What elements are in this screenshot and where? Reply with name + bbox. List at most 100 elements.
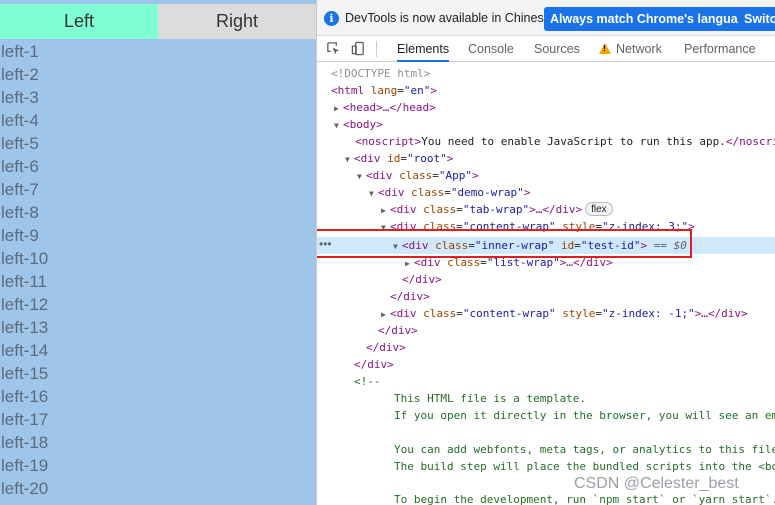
tag-text: </div> <box>378 324 418 337</box>
list-item: left-16 <box>1 387 49 406</box>
dom-close-tag[interactable]: </div> <box>390 288 430 305</box>
list-item: left-11 <box>1 272 47 291</box>
tag-text: <div <box>366 169 393 182</box>
dom-close-tag[interactable]: </div> <box>378 322 418 339</box>
tag-text: >…</div> <box>529 203 583 216</box>
list-item: left-2 <box>1 65 39 84</box>
doctype-text: <!DOCTYPE html> <box>331 67 431 80</box>
list-item: left-8 <box>1 203 39 222</box>
list-item: left-4 <box>1 111 39 130</box>
tag-text: <div <box>390 203 417 216</box>
tag-text: </noscript> <box>725 135 775 148</box>
tab-console[interactable]: Console <box>468 36 514 62</box>
tab-bar: Left Right <box>0 4 316 39</box>
collapse-triangle-icon[interactable]: ▼ <box>334 117 343 134</box>
attr-name: class <box>423 307 457 320</box>
attr-name: class <box>399 169 433 182</box>
tab-network-label: Network <box>616 42 662 56</box>
switch-language-button[interactable]: Switch <box>738 7 775 31</box>
tag-text: > <box>430 84 437 97</box>
expand-triangle-icon[interactable]: ▶ <box>381 202 390 219</box>
list-item: left-7 <box>1 180 39 199</box>
list-item: left-15 <box>1 364 49 383</box>
attr-value: "demo-wrap" <box>450 186 524 199</box>
tag-text: <div <box>354 152 381 165</box>
attr-name: id <box>387 152 401 165</box>
device-toolbar-icon[interactable] <box>351 41 366 56</box>
dom-close-tag[interactable]: </div> <box>354 356 394 373</box>
expand-triangle-icon[interactable]: ▶ <box>334 100 343 117</box>
dom-node-html[interactable]: <html lang="en"> <box>331 82 437 99</box>
attr-name: class <box>423 203 457 216</box>
dom-close-tag[interactable]: </div> <box>402 271 442 288</box>
comment-line: You can add webfonts, meta tags, or anal… <box>394 441 775 458</box>
devtools-panel: i DevTools is now available in Chinese! … <box>317 0 775 505</box>
list-item: left-17 <box>1 410 49 429</box>
attr-value: "content-wrap" <box>462 307 556 320</box>
dom-node-tab-wrap[interactable]: ▶ <div class="tab-wrap">…</div> flex <box>381 201 613 218</box>
list-item: left-12 <box>1 295 49 314</box>
list-item: left-9 <box>1 226 39 245</box>
list-item: left-1 <box>1 42 39 61</box>
comment-text: The build step will place the bundled sc… <box>394 460 775 473</box>
text-node: You need to enable JavaScript to run thi… <box>421 135 726 148</box>
app-pane: Left Right left-1 left-2 left-3 left-4 l… <box>0 0 316 505</box>
dom-close-tag[interactable]: </div> <box>366 339 406 356</box>
info-icon: i <box>324 11 339 26</box>
comment-line: This HTML file is a template. <box>394 390 586 407</box>
list-item: left-5 <box>1 134 39 153</box>
inspect-element-icon[interactable] <box>326 41 341 56</box>
dom-node-head[interactable]: ▶ <head>…</head> <box>334 99 436 116</box>
comment-line: If you open it directly in the browser, … <box>394 407 775 424</box>
dom-node-doctype[interactable]: <!DOCTYPE html> <box>331 65 430 82</box>
list-item: left-18 <box>1 433 49 452</box>
tab-sources[interactable]: Sources <box>534 36 580 62</box>
attr-value: "tab-wrap" <box>462 203 530 216</box>
dom-node-body[interactable]: ▼ <body> <box>334 116 383 133</box>
attr-value: "root" <box>407 152 447 165</box>
devtools-toolbar: Elements Console Sources Network Perform… <box>317 36 775 62</box>
tab-elements[interactable]: Elements <box>397 36 450 62</box>
tab-right[interactable]: Right <box>158 4 316 39</box>
list-item: left-6 <box>1 157 39 176</box>
dom-node-root[interactable]: ▼ <div id="root"> <box>345 150 453 167</box>
collapse-triangle-icon[interactable]: ▼ <box>345 151 354 168</box>
collapse-triangle-icon[interactable]: ▼ <box>357 168 366 185</box>
dom-node-content-wrap-back[interactable]: ▶ <div class="content-wrap" style="z-inde… <box>381 305 748 322</box>
tag-text: > <box>472 169 479 182</box>
tag-text: > <box>523 186 531 199</box>
always-match-language-button[interactable]: Always match Chrome's language <box>544 7 759 31</box>
tag-text: </div> <box>390 290 430 303</box>
infobar-message: DevTools is now available in Chinese! <box>345 11 555 25</box>
tab-left[interactable]: Left <box>0 4 158 39</box>
list-item: left-14 <box>1 341 49 360</box>
tag-text: <div <box>378 186 405 199</box>
language-infobar: i DevTools is now available in Chinese! … <box>317 0 775 36</box>
attr-value: "App" <box>438 169 472 182</box>
attr-name: style <box>562 307 596 320</box>
comment-text: <!-- <box>354 375 381 388</box>
dom-node-demo-wrap[interactable]: ▼ <div class="demo-wrap"> <box>369 184 530 201</box>
collapse-triangle-icon[interactable]: ▼ <box>369 185 378 202</box>
comment-text: If you open it directly in the browser, … <box>394 409 775 422</box>
attr-name: class <box>411 186 445 199</box>
tab-network[interactable]: Network <box>599 36 662 62</box>
list-item: left-10 <box>1 249 49 268</box>
tag-text: <head>…</head> <box>343 101 436 114</box>
csdn-watermark: CSDN @Celester_best <box>574 475 739 492</box>
dom-node-comment[interactable]: <!-- <box>354 373 381 390</box>
expand-triangle-icon[interactable]: ▶ <box>381 306 390 323</box>
attr-value: "en" <box>403 84 431 97</box>
tag-text: <body> <box>343 118 383 131</box>
tag-text: </div> <box>354 358 394 371</box>
tag-text: >…</div> <box>694 307 748 320</box>
list-item: left-20 <box>1 479 49 498</box>
tag-text: <noscript> <box>355 135 422 148</box>
flex-badge[interactable]: flex <box>585 202 613 216</box>
tag-text: </div> <box>366 341 406 354</box>
tag-text: <div <box>390 307 417 320</box>
tab-performance[interactable]: Performance <box>684 36 756 62</box>
toolbar-separator <box>376 41 377 57</box>
dom-node-noscript[interactable]: <noscript>You need to enable JavaScript … <box>355 133 775 150</box>
dom-node-app[interactable]: ▼ <div class="App"> <box>357 167 479 184</box>
